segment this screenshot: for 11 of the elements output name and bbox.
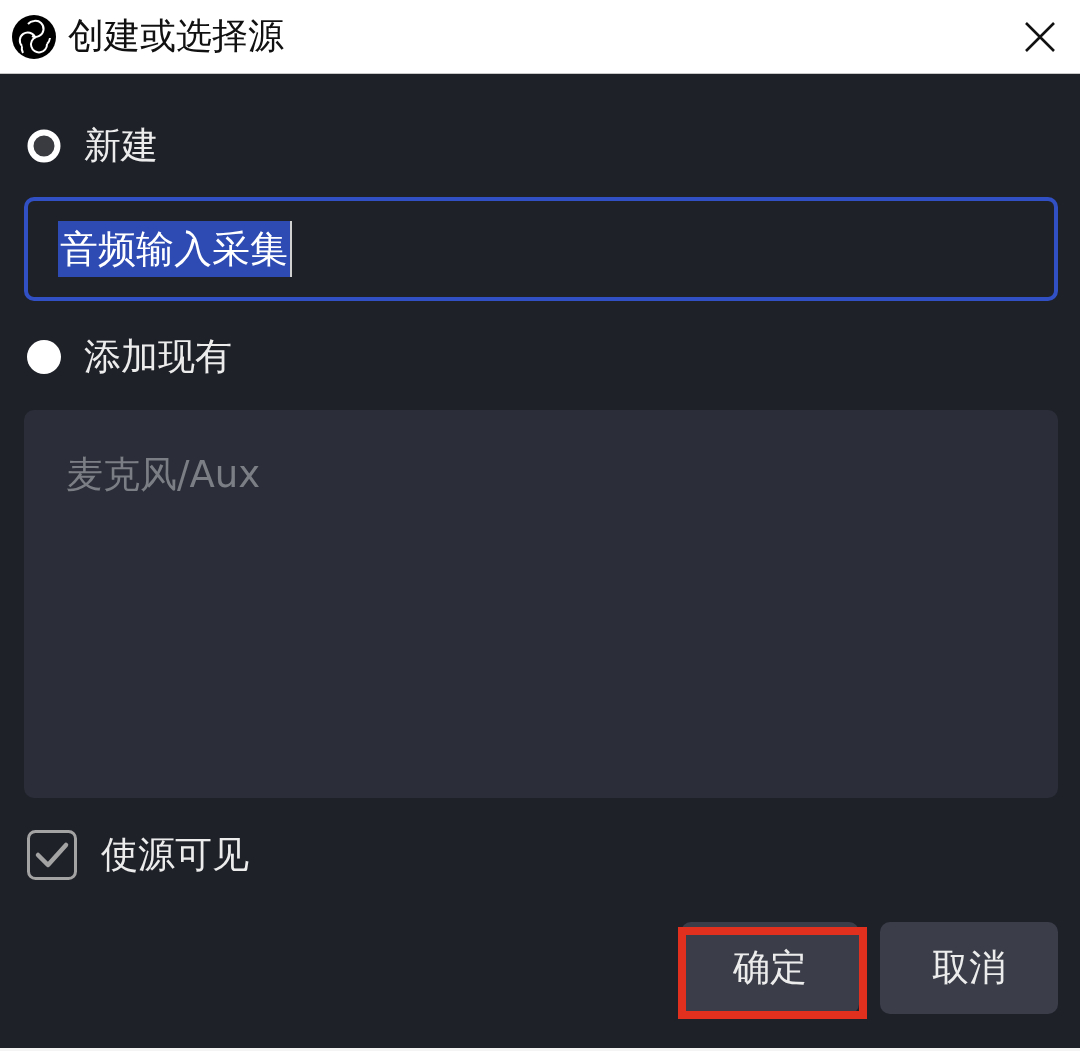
input-text: 音频输入采集 (58, 221, 290, 277)
text-cursor-icon (290, 221, 292, 277)
checkbox-label[interactable]: 使源可见 (101, 835, 249, 875)
window-title: 创建或选择源 (68, 14, 285, 58)
dialog-button[interactable]: 取消 (880, 922, 1058, 1014)
name-input-field[interactable]: 音频输入采集 (24, 197, 1058, 301)
checkbox[interactable] (27, 830, 77, 880)
app-logo-icon (12, 14, 56, 59)
close-icon[interactable] (1024, 20, 1056, 53)
radio-label[interactable]: 新建 (84, 126, 158, 166)
radio-button[interactable] (27, 129, 61, 163)
